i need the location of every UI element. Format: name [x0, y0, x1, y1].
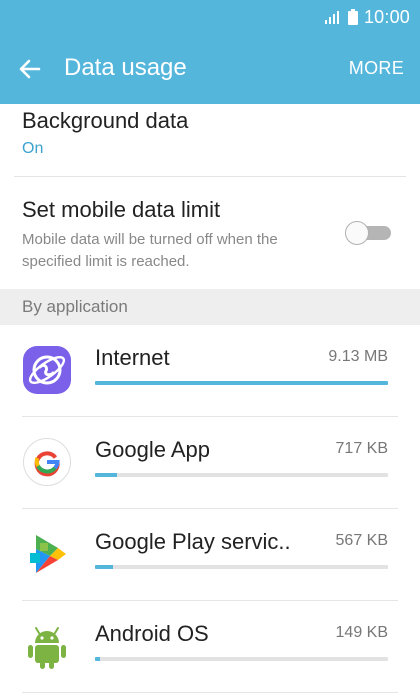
app-row-internet[interactable]: Internet 9.13 MB: [0, 325, 420, 417]
app-row-google-play-services[interactable]: Google Play servic.. 567 KB: [0, 509, 420, 601]
app-name: Google Play servic..: [95, 529, 291, 554]
usage-bar-fill: [95, 473, 117, 477]
google-play-services-icon: [22, 529, 72, 579]
toggle-thumb: [345, 221, 369, 245]
app-row-android-os[interactable]: Android OS 149 KB: [0, 601, 420, 693]
mobile-data-limit-title: Set mobile data limit: [22, 197, 221, 222]
app-row-google-app[interactable]: Google App 717 KB: [0, 417, 420, 509]
app-bar: Data usage MORE: [0, 34, 420, 104]
samsung-internet-icon: [22, 345, 72, 395]
back-button[interactable]: [14, 53, 46, 85]
data-usage-screen: 10:00 Data usage MORE Background data On…: [0, 0, 420, 700]
section-header-label: By application: [22, 297, 128, 316]
usage-bar: [95, 565, 388, 569]
arrow-left-icon: [19, 59, 41, 79]
page-title: Data usage: [64, 54, 187, 81]
app-name: Internet: [95, 345, 170, 370]
usage-bar-fill: [95, 381, 388, 385]
app-data-size: 149 KB: [335, 624, 388, 641]
status-bar: 10:00: [0, 0, 420, 34]
usage-bar-fill: [95, 565, 114, 569]
usage-bar: [95, 473, 388, 477]
section-header: By application: [0, 289, 420, 325]
row-divider: [22, 692, 398, 693]
more-button[interactable]: MORE: [349, 58, 404, 79]
background-data-value: On: [22, 140, 44, 157]
app-data-size: 717 KB: [335, 440, 388, 457]
battery-icon: [347, 9, 358, 25]
usage-bar: [95, 657, 388, 661]
app-name: Android OS: [95, 621, 209, 646]
background-data-title: Background data: [22, 108, 189, 133]
usage-bar: [95, 381, 388, 385]
android-os-icon: [22, 621, 72, 671]
usage-bar-fill: [95, 657, 100, 661]
signal-icon: [324, 11, 339, 24]
google-app-icon: [22, 437, 72, 487]
mobile-data-limit-toggle[interactable]: [345, 221, 395, 245]
app-data-size: 567 KB: [335, 532, 388, 549]
background-data-setting[interactable]: Background data On: [0, 104, 420, 174]
status-icons: 10:00: [324, 6, 410, 28]
status-time: 10:00: [363, 6, 410, 27]
app-name: Google App: [95, 437, 210, 462]
app-data-size: 9.13 MB: [328, 348, 388, 365]
mobile-data-limit-description: Mobile data will be turned off when the …: [22, 231, 278, 270]
